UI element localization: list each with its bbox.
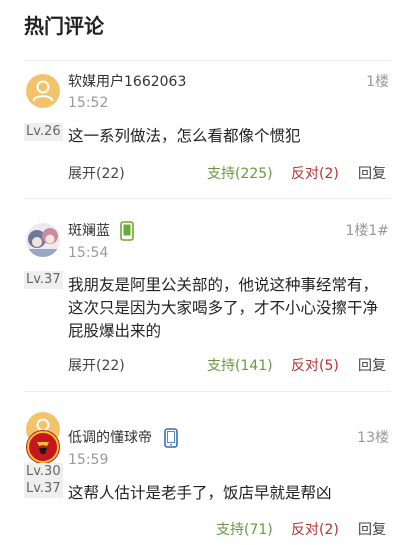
avatar[interactable]: [26, 223, 60, 257]
floor-number: 1楼1#: [345, 223, 389, 239]
android-phone-icon: [120, 221, 134, 241]
reply-button[interactable]: 回复: [358, 355, 386, 375]
support-button[interactable]: 支持(71): [216, 519, 273, 539]
reply-button[interactable]: 回复: [358, 519, 386, 539]
ios-phone-icon: [164, 428, 178, 448]
user-level-badge: Lv.30: [24, 463, 63, 481]
comment-time: 15:52: [68, 95, 109, 111]
reply-button[interactable]: 回复: [358, 163, 386, 183]
user-level-badge: Lv.37: [24, 271, 63, 289]
username[interactable]: 低调的懂球帝: [68, 427, 152, 447]
oppose-button[interactable]: 反对(2): [291, 163, 339, 183]
user-level-badge: Lv.37: [24, 480, 63, 498]
section-title: 热门评论: [24, 14, 104, 38]
comment-time: 15:54: [68, 245, 109, 261]
user-level-badge: Lv.26: [24, 123, 63, 141]
team-crest-icon: [27, 431, 59, 463]
username[interactable]: 软媒用户1662063: [68, 71, 186, 91]
avatar[interactable]: [26, 74, 60, 108]
comment-text: 这帮人估计是老手了，饭店早就是帮凶: [68, 484, 332, 502]
comment-time: 15:59: [68, 452, 109, 468]
floor-number: 1楼: [366, 74, 389, 90]
divider: [24, 60, 391, 61]
team-crest-avatar: [26, 430, 60, 464]
anime-avatar-image: [26, 223, 60, 257]
username[interactable]: 斑斓蓝: [68, 220, 110, 240]
default-user-icon: [32, 80, 54, 102]
expand-button[interactable]: 展开(22): [68, 163, 125, 183]
divider: [24, 198, 391, 199]
support-button[interactable]: 支持(225): [207, 163, 273, 183]
oppose-button[interactable]: 反对(5): [291, 355, 339, 375]
expand-button[interactable]: 展开(22): [68, 355, 125, 375]
comment-text: 我朋友是阿里公关部的，他说这种事经常有，这次只是因为大家喝多了，才不小心没擦干净…: [68, 276, 379, 340]
support-button[interactable]: 支持(141): [207, 355, 273, 375]
comment-text: 这一系列做法，怎么看都像个惯犯: [68, 127, 301, 145]
oppose-button[interactable]: 反对(2): [291, 519, 339, 539]
floor-number: 13楼: [357, 430, 389, 446]
divider: [24, 391, 391, 392]
